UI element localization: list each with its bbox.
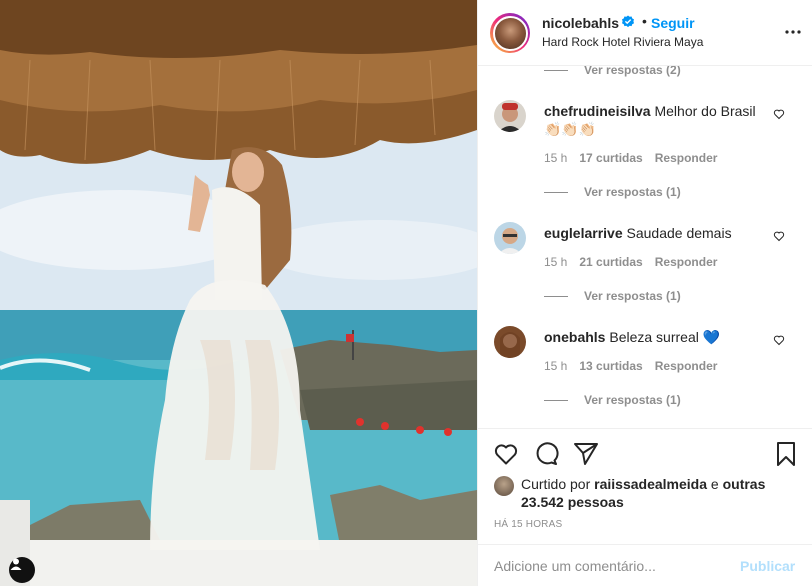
liker-username[interactable]: raiissadealmeida <box>594 476 707 492</box>
commenter-username[interactable]: chefrudineisilva <box>544 103 651 119</box>
verified-badge-icon <box>622 15 634 28</box>
view-replies-button[interactable]: Ver respostas (1) <box>544 393 681 407</box>
heart-icon[interactable] <box>493 441 519 467</box>
comment-likes[interactable]: 13 curtidas <box>579 359 642 373</box>
user-profile-icon[interactable] <box>9 557 35 583</box>
author-avatar[interactable] <box>490 13 530 53</box>
comment-time[interactable]: 15 h <box>544 151 567 165</box>
comment-input[interactable] <box>494 555 724 577</box>
commenter-avatar[interactable] <box>494 222 526 254</box>
publish-button[interactable]: Publicar <box>740 558 795 574</box>
comment-meta: 15 h 21 curtidas Responder <box>544 255 717 269</box>
post-actions: Curtido por raiissadealmeida e outras 23… <box>478 428 812 586</box>
comments-list[interactable]: Ver respostas (2) chefrudineisilva Melho… <box>478 66 812 428</box>
comment-text: onebahls Beleza surreal 💙 <box>544 329 721 345</box>
reply-button[interactable]: Responder <box>655 255 718 269</box>
photo-illustration <box>0 0 477 586</box>
comment-text: euglelarrive Saudade demais <box>544 225 732 241</box>
post-side-panel: nicolebahls • Seguir Hard Rock Hotel Riv… <box>477 0 812 586</box>
more-options-icon[interactable] <box>783 22 803 42</box>
separator-dot: • <box>642 13 647 29</box>
liked-by-conjunction: e <box>710 476 719 492</box>
post-header: nicolebahls • Seguir Hard Rock Hotel Riv… <box>478 0 812 66</box>
liked-by-prefix: Curtido por <box>521 476 591 492</box>
comment-likes[interactable]: 17 curtidas <box>579 151 642 165</box>
comment-meta: 15 h 13 curtidas Responder <box>544 359 717 373</box>
comment-meta: 15 h 17 curtidas Responder <box>544 151 717 165</box>
comment-text: chefrudineisilva Melhor do Brasil 👏🏻👏🏻👏🏻 <box>544 103 756 137</box>
view-replies-button[interactable]: Ver respostas (1) <box>544 289 681 303</box>
commenter-avatar[interactable] <box>494 100 526 132</box>
comment-likes[interactable]: 21 curtidas <box>579 255 642 269</box>
follow-button[interactable]: Seguir <box>651 15 695 31</box>
comment-time[interactable]: 15 h <box>544 359 567 373</box>
reply-button[interactable]: Responder <box>655 359 718 373</box>
post-location[interactable]: Hard Rock Hotel Riviera Maya <box>542 35 703 49</box>
post-photo[interactable] <box>0 0 477 586</box>
comment-composer: Publicar <box>478 544 812 586</box>
view-replies-button[interactable]: Ver respostas (1) <box>544 185 681 199</box>
comment-icon[interactable] <box>533 441 559 467</box>
comment-time[interactable]: 15 h <box>544 255 567 269</box>
liker-avatar[interactable] <box>494 476 514 496</box>
bookmark-icon[interactable] <box>773 441 799 467</box>
commenter-avatar[interactable] <box>494 326 526 358</box>
commenter-username[interactable]: onebahls <box>544 329 605 345</box>
author-username[interactable]: nicolebahls <box>542 15 619 31</box>
comment-like-heart-icon[interactable] <box>773 230 785 242</box>
post-timestamp[interactable]: HÁ 15 HORAS <box>494 519 562 530</box>
reply-button[interactable]: Responder <box>655 151 718 165</box>
view-replies-button[interactable]: Ver respostas (2) <box>544 66 681 77</box>
commenter-username[interactable]: euglelarrive <box>544 225 623 241</box>
share-icon[interactable] <box>573 441 599 467</box>
comment-like-heart-icon[interactable] <box>773 108 785 120</box>
comment-like-heart-icon[interactable] <box>773 334 785 346</box>
